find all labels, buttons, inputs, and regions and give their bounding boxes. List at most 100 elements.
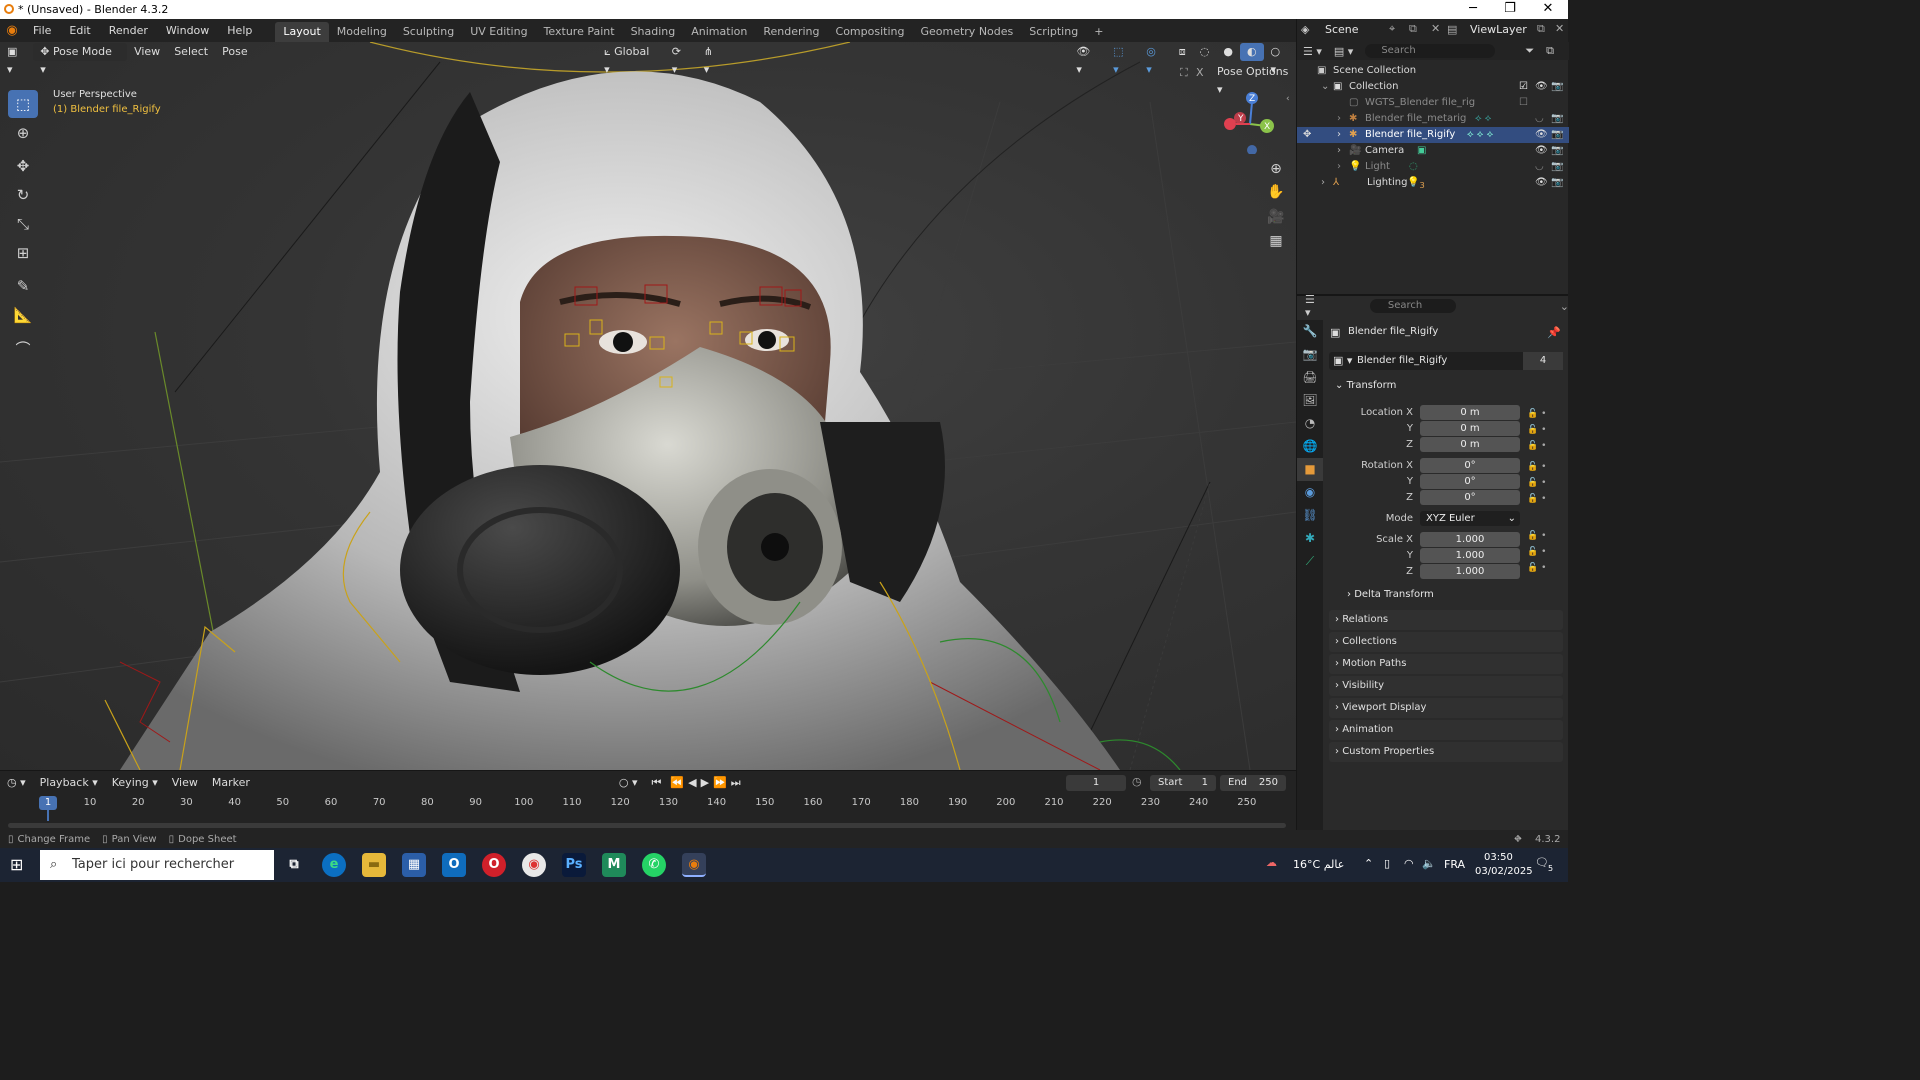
rendered-shading-icon[interactable]: ○ ▾ [1264, 43, 1296, 76]
taskbar-search-input[interactable]: ⌕ Taper ici pour rechercher [40, 850, 274, 880]
location-x-field[interactable]: 0 m [1420, 405, 1520, 420]
transform-panel-header[interactable]: ⌄ Transform [1335, 380, 1396, 391]
outliner-row-metarig[interactable]: › ✱ Blender file_metarig ⟡ ⟡ ◡ 📷 [1297, 111, 1569, 127]
timeline-ruler[interactable]: 10 20 30 40 50 60 70 80 90 100 110 120 130 140 150 160 1… [0, 795, 1296, 811]
tab-uv-editing[interactable]: UV Editing [462, 22, 535, 42]
notification-icon[interactable]: 🗨 [1535, 856, 1549, 869]
scene-collection-row[interactable]: ▣ Scene Collection [1297, 63, 1569, 79]
scene-selector[interactable]: Scene [1325, 23, 1359, 36]
camera-render-icon[interactable]: 📷 [1551, 175, 1563, 191]
eye-icon[interactable]: 👁 [1535, 79, 1548, 95]
outliner-editor-icon[interactable]: ☰ ▾ [1297, 45, 1328, 58]
scale-tool[interactable]: ⤡ [8, 210, 38, 238]
menu-select[interactable]: Select [167, 43, 215, 61]
pan-hand-icon[interactable]: ✋ [1265, 181, 1287, 203]
expand-icon[interactable]: › [1337, 143, 1341, 159]
lock-icon[interactable]: 🔓 • [1527, 406, 1546, 422]
play-icon[interactable]: ▶ [699, 774, 711, 792]
delete-scene-icon[interactable]: ✕ [1431, 22, 1440, 35]
outliner-row-light[interactable]: › 💡 Light ◌ ◡ 📷 [1297, 159, 1569, 175]
menu-pose[interactable]: Pose [215, 43, 254, 61]
rotation-z-field[interactable]: 0° [1420, 490, 1520, 505]
menu-view[interactable]: View [127, 43, 167, 61]
pose-options-dropdown[interactable]: Pose Options ▾ [1210, 63, 1296, 96]
pin-icon[interactable]: ⌖ [1389, 22, 1395, 36]
sidebar-toggle-icon[interactable]: ‹ [1286, 94, 1290, 104]
transform-orientation-dropdown[interactable]: ⟀ Global ▾ [597, 43, 665, 76]
language-indicator[interactable]: FRA [1444, 858, 1465, 871]
measure-tool[interactable]: 📐 [8, 301, 38, 329]
cursor-tool[interactable]: ⊕ [8, 119, 38, 147]
render-tab-icon[interactable]: 📷 [1297, 343, 1323, 366]
whatsapp-icon[interactable]: ✆ [642, 853, 666, 877]
tab-layout[interactable]: Layout [275, 21, 329, 42]
panel-viewport-display[interactable]: › Viewport Display [1329, 698, 1563, 718]
timeline-scrollbar[interactable] [8, 823, 1286, 828]
menu-edit[interactable]: Edit [60, 19, 99, 42]
outliner-row-wgts[interactable]: ▢ WGTS_Blender file_rig ☐ [1297, 95, 1569, 111]
visibility-icon[interactable]: 👁 ▾ [1069, 43, 1106, 76]
outliner-row-camera[interactable]: › 🎥 Camera ▣ 👁 📷 [1297, 143, 1569, 159]
next-keyframe-icon[interactable]: ⏩ [711, 774, 729, 792]
tab-shading[interactable]: Shading [623, 22, 684, 42]
lock-icon[interactable]: 🔓 • [1527, 560, 1546, 576]
preview-range-icon[interactable]: ◷ [1132, 775, 1142, 788]
perspective-toggle-icon[interactable]: ▦ [1265, 230, 1287, 252]
pivot-icon[interactable]: ⟳ ▾ [665, 43, 697, 76]
eye-icon[interactable]: 👁 [1535, 143, 1548, 159]
menu-render[interactable]: Render [100, 19, 157, 42]
object-data-tab-icon[interactable]: ✱ [1297, 527, 1323, 550]
photoshop-icon[interactable]: Ps [562, 853, 586, 877]
expand-icon[interactable]: › [1321, 175, 1325, 191]
opera-icon[interactable]: O [482, 853, 506, 877]
lock-icon[interactable]: 🔓 • [1527, 459, 1546, 475]
minimize-button[interactable]: ─ [1458, 1, 1488, 17]
expand-icon[interactable]: › [1337, 127, 1341, 143]
select-box-tool[interactable]: ⬚ [8, 90, 38, 118]
eye-icon[interactable]: 👁 [1535, 175, 1548, 191]
lock-icon[interactable]: 🔓 • [1527, 528, 1546, 544]
rotation-mode-dropdown[interactable]: XYZ Euler ⌄ [1420, 511, 1520, 526]
speaker-icon[interactable]: 🔈 [1422, 857, 1436, 870]
eye-closed-icon[interactable]: ◡ [1535, 111, 1544, 127]
edge-icon[interactable]: e [322, 853, 346, 877]
tray-chevron-icon[interactable]: ⌃ [1364, 857, 1373, 870]
wifi-icon[interactable]: ◠ [1404, 857, 1414, 870]
solid-shading-icon[interactable]: ● [1216, 43, 1240, 61]
playback-menu[interactable]: Playback ▾ [33, 774, 105, 792]
lock-icon[interactable]: 🔓 • [1527, 491, 1546, 507]
current-frame-field[interactable]: 1 [1066, 775, 1126, 791]
outliner-search-input[interactable]: Search [1365, 44, 1496, 58]
expand-icon[interactable]: › [1337, 159, 1341, 175]
scale-x-field[interactable]: 1.000 [1420, 532, 1520, 547]
lock-icon[interactable]: 🔓 • [1527, 422, 1546, 438]
playhead[interactable]: 1 [39, 796, 57, 810]
clock-date[interactable]: 03/02/2025 [1475, 866, 1533, 877]
tool-tab-icon[interactable]: 🔧 [1297, 320, 1323, 343]
close-button[interactable]: ✕ [1533, 1, 1563, 17]
menu-window[interactable]: Window [157, 19, 218, 42]
pin-icon[interactable]: 📌 [1547, 326, 1561, 339]
properties-editor-icon[interactable]: ☰ ▾ [1297, 293, 1328, 319]
overlay-toggle-icon[interactable]: ◎ ▾ [1139, 43, 1171, 76]
location-z-field[interactable]: 0 m [1420, 437, 1520, 452]
play-reverse-icon[interactable]: ◀ [686, 774, 698, 792]
camera-render-icon[interactable]: 📷 [1551, 111, 1563, 127]
physics-tab-icon[interactable]: ◉ [1297, 481, 1323, 504]
camera-render-icon[interactable]: 📷 [1551, 79, 1563, 95]
display-mode-icon[interactable]: ▤ ▾ [1328, 45, 1359, 58]
view-layer-tab-icon[interactable]: 🖼 [1297, 389, 1323, 412]
camera-render-icon[interactable]: 📷 [1551, 159, 1563, 175]
blender-menu-icon[interactable]: ◉ [0, 23, 24, 38]
pose-mode-icon[interactable]: ✥ [1303, 127, 1311, 143]
rotation-x-field[interactable]: 0° [1420, 458, 1520, 473]
panel-visibility[interactable]: › Visibility [1329, 676, 1563, 696]
outliner-row-rigify[interactable]: ✥ › ✱ Blender file_Rigify ⟡ ⟡ ⟡ 👁 📷 [1297, 127, 1569, 143]
clock-time[interactable]: 03:50 [1484, 852, 1513, 863]
expand-icon[interactable]: › [1337, 111, 1341, 127]
3d-viewport[interactable]: ▣ ▾ ✥ Pose Mode ▾ View Select Pose ⟀ Glo… [0, 42, 1296, 770]
bone-envelope-tool[interactable]: ⌒ [8, 334, 38, 362]
panel-custom-properties[interactable]: › Custom Properties [1329, 742, 1563, 762]
maximize-button[interactable]: ❐ [1495, 1, 1525, 17]
user-count-badge[interactable]: 4 [1523, 352, 1563, 370]
